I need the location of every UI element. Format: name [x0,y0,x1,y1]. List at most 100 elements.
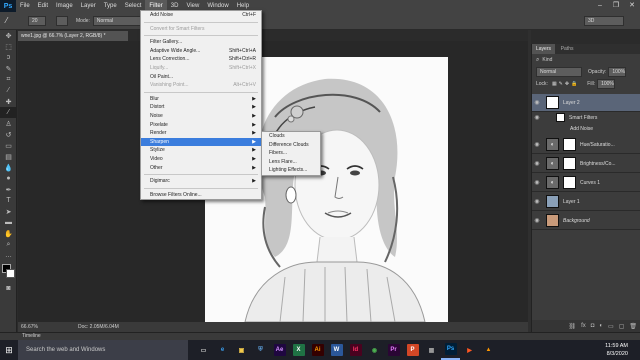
layer-mask-thumbnail[interactable] [563,157,576,170]
eyedropper-tool-icon[interactable]: ⁄ [0,85,17,96]
smart-filter-mask-thumbnail[interactable] [556,113,565,122]
layer-row[interactable]: ◉ Smart Filters [532,112,640,123]
filter-menu-item-lens-correction[interactable]: Lens Correction... Shift+Ctrl+R [141,55,261,64]
taskbar-search-box[interactable]: Search the web and Windows [18,340,188,360]
more-tools-icon[interactable]: … [0,250,17,261]
brush-tool-icon[interactable]: ⁄ [0,107,17,118]
shape-tool-icon[interactable]: ▬ [0,217,17,228]
filter-menu-item-sharpen[interactable]: Sharpen ▶ [141,137,261,147]
workspace-select[interactable]: 3D [584,15,624,26]
render-submenu-item-lighting-effects[interactable]: Lighting Effects... [262,166,320,175]
quick-select-tool-icon[interactable]: ✎ [0,63,17,74]
layer-mask-thumbnail[interactable] [563,176,576,189]
filter-menu-item-render[interactable]: Render ▶ [141,129,261,138]
dodge-tool-icon[interactable]: ● [0,173,17,184]
visibility-eye-icon[interactable]: ◉ [532,217,542,224]
background-color-swatch[interactable] [6,269,15,278]
filter-menu-item-noise[interactable]: Noise ▶ [141,112,261,121]
trash-icon[interactable]: 🗑 [629,323,637,330]
brush-panel-icon[interactable] [56,15,68,26]
taskbar-app-icon[interactable]: Ps [441,340,460,360]
menu-layer[interactable]: Layer [77,0,100,12]
taskbar-app-icon[interactable]: ▭ [194,340,213,360]
tab-paths[interactable]: Paths [557,44,578,54]
kind-filter-select[interactable]: Kind [542,57,552,63]
taskbar-app-icon[interactable]: Pr [384,340,403,360]
clone-stamp-tool-icon[interactable]: ♙ [0,118,17,129]
taskbar-app-icon[interactable]: ▣ [232,340,251,360]
path-select-tool-icon[interactable]: ➤ [0,206,17,217]
blur-tool-icon[interactable]: 💧 [0,162,17,173]
visibility-eye-icon[interactable]: ◉ [532,141,542,148]
eraser-tool-icon[interactable]: ▭ [0,140,17,151]
gradient-tool-icon[interactable]: ▤ [0,151,17,162]
fill-input[interactable]: 100% [597,79,616,89]
brush-size-picker[interactable]: 20 [28,15,46,26]
taskbar-app-icon[interactable]: Ae [270,340,289,360]
marquee-tool-icon[interactable]: ⬚ [0,41,17,52]
blend-mode-select[interactable]: Normal [536,67,582,77]
render-submenu-item-clouds[interactable]: Clouds [262,132,320,141]
filter-menu-item-adaptive-wide-angle[interactable]: Adaptive Wide Angle... Shift+Ctrl+A [141,47,261,56]
layer-row[interactable]: ◉ Background [532,212,640,230]
timeline-panel-tab[interactable]: Timeline [0,332,640,340]
layer-row[interactable]: ◉ Layer 2 [532,94,640,112]
fx-icon[interactable]: fx [581,323,586,329]
document-tab[interactable]: wne1.jpg @ 66.7% (Layer 2, RGB/8) * [18,31,128,41]
mode-select[interactable]: Normal [92,15,143,26]
filter-menu-item-video[interactable]: Video ▶ [141,155,261,164]
menu-file[interactable]: File [16,0,34,12]
layer-row[interactable]: ◉ ◐ Hue/Saturatio... [532,136,640,154]
filter-menu-item-browse-filters-online[interactable]: Browse Filters Online... [141,191,261,200]
render-submenu-item-difference-clouds[interactable]: Difference Clouds [262,141,320,150]
filter-menu-item-distort[interactable]: Distort ▶ [141,103,261,112]
layer-mask-thumbnail[interactable] [563,138,576,151]
filter-menu-item-stylize[interactable]: Stylize ▶ [141,146,261,155]
zoom-tool-icon[interactable]: ⌕ [0,239,17,250]
brush-tool-icon[interactable]: ⁄ [6,16,20,25]
filter-menu-item-oil-paint[interactable]: Oil Paint... [141,73,261,82]
link-icon[interactable]: ⛓ [568,323,576,330]
filter-menu-item-add-noise[interactable]: Add Noise Ctrl+F [141,11,261,20]
layer-row[interactable]: ◉ Layer 1 [532,193,640,211]
taskbar-app-icon[interactable]: Ai [308,340,327,360]
zoom-level[interactable]: 66.67% [18,322,58,332]
taskbar-clock[interactable]: 11:59 AM 8/3/2020 [605,342,628,358]
visibility-eye-icon[interactable]: ◉ [532,179,542,186]
menu-edit[interactable]: Edit [34,0,52,12]
move-tool-icon[interactable]: ✥ [0,30,17,41]
taskbar-app-icon[interactable]: Id [346,340,365,360]
close-icon[interactable]: ✕ [624,0,640,12]
taskbar-app-icon[interactable]: P [403,340,422,360]
tab-layers[interactable]: Layers [532,44,556,54]
filter-menu-item-filter-gallery[interactable]: Filter Gallery... [141,38,261,47]
quick-mask-icon[interactable]: ◙ [0,283,17,294]
folder-icon[interactable]: ▭ [608,323,614,330]
taskbar-app-icon[interactable]: X [289,340,308,360]
taskbar-app-icon[interactable]: e [213,340,232,360]
hand-tool-icon[interactable]: ✋ [0,228,17,239]
taskbar-app-icon[interactable]: ▶ [460,340,479,360]
layer-row[interactable]: Add Noise [532,123,640,134]
render-submenu-item-fibers[interactable]: Fibers... [262,149,320,158]
mask-icon[interactable]: ◘ [591,323,595,329]
filter-menu-item-other[interactable]: Other ▶ [141,164,261,173]
taskbar-app-icon[interactable]: ⛨ [251,340,270,360]
visibility-eye-icon[interactable]: ◉ [532,198,542,205]
visibility-eye-icon[interactable]: ◉ [532,99,542,106]
type-tool-icon[interactable]: T [0,195,17,206]
history-brush-tool-icon[interactable]: ↺ [0,129,17,140]
taskbar-app-icon[interactable]: ▲ [479,340,498,360]
restore-icon[interactable]: ❐ [608,0,624,12]
layer-row[interactable]: ◉ ◐ Brightness/Co... [532,155,640,173]
filter-menu-item-blur[interactable]: Blur ▶ [141,95,261,104]
pen-tool-icon[interactable]: ✒ [0,184,17,195]
visibility-eye-icon[interactable]: ◉ [532,114,542,121]
menu-type[interactable]: Type [100,0,121,12]
adjustment-icon[interactable]: ◐ [599,323,603,329]
minimize-icon[interactable]: – [592,0,608,12]
visibility-eye-icon[interactable]: ◉ [532,160,542,167]
healing-brush-tool-icon[interactable]: ✚ [0,96,17,107]
color-swatches[interactable] [0,261,16,283]
opacity-input[interactable]: 100% [608,67,627,77]
